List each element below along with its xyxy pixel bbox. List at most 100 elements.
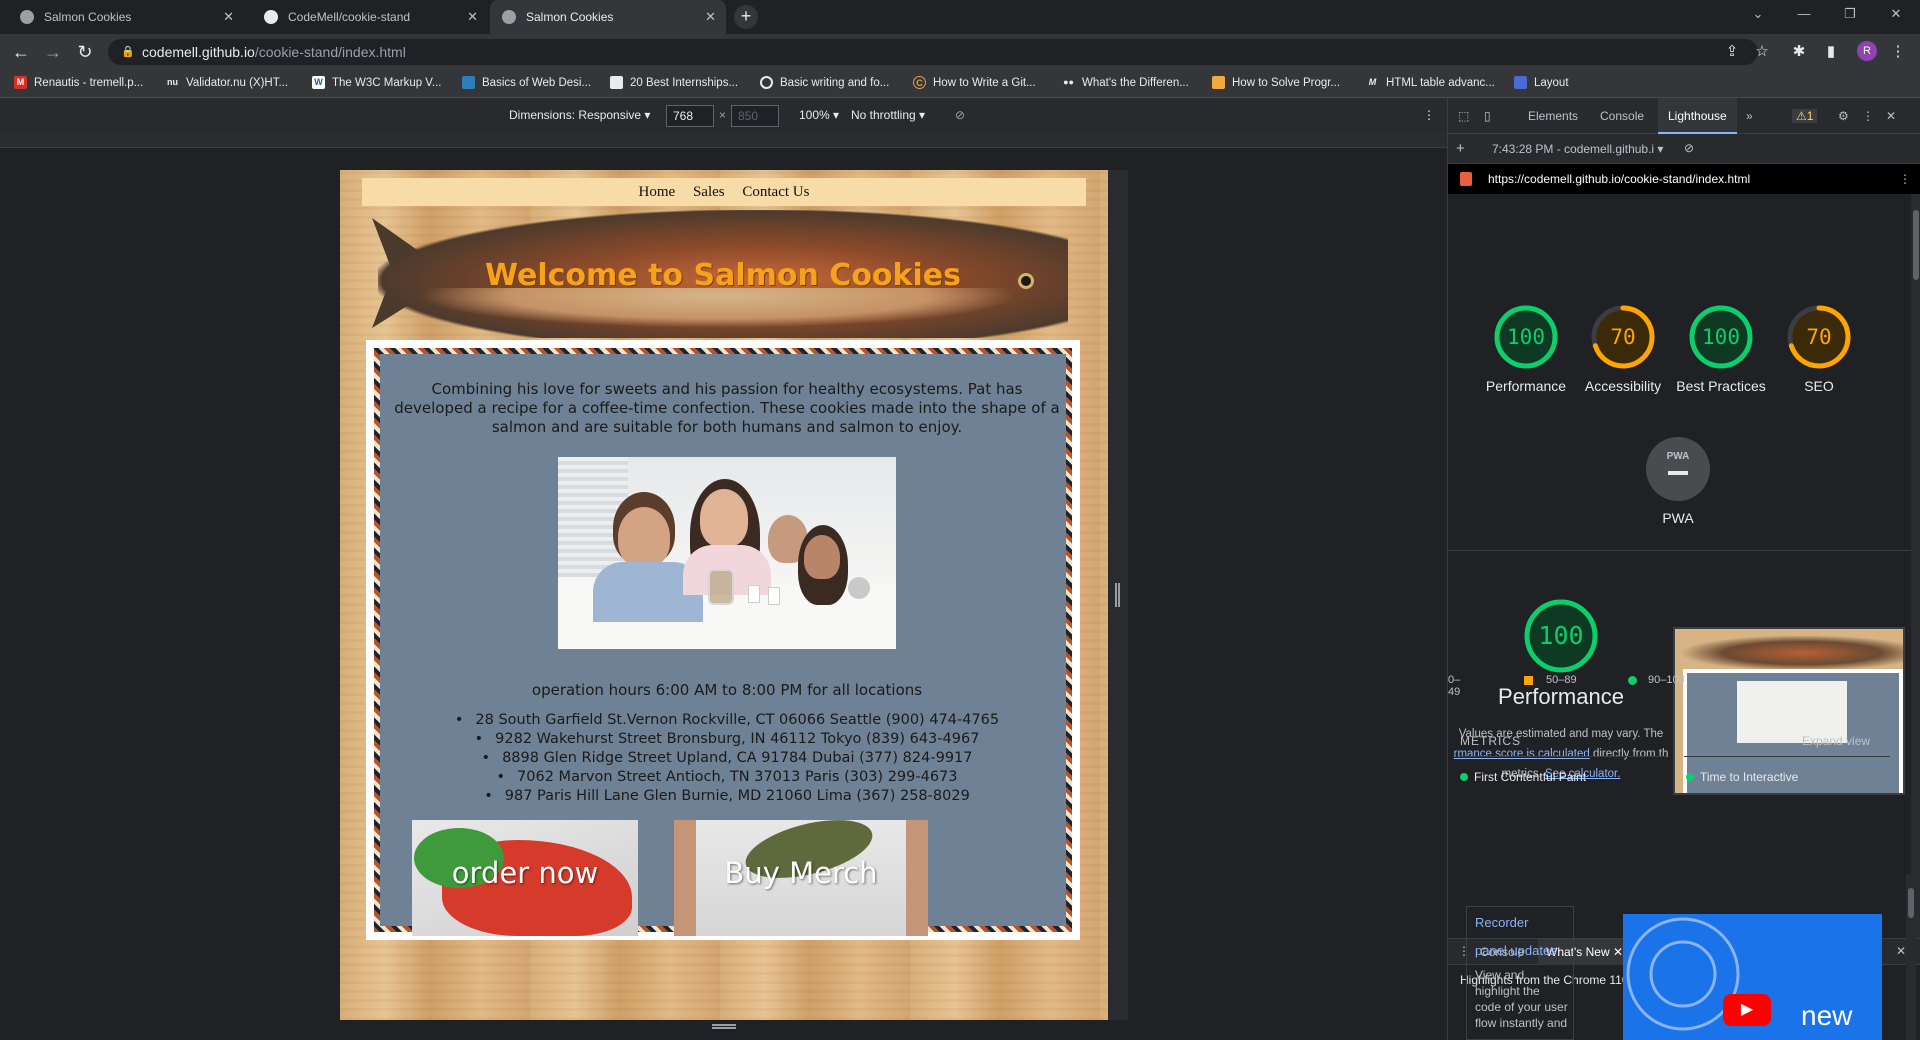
dash-icon — [1668, 471, 1688, 475]
avatar[interactable]: R — [1857, 41, 1877, 61]
score-value: 100 — [1507, 325, 1545, 349]
site-nav: Home Sales Contact Us — [362, 178, 1086, 206]
media-query-ruler[interactable] — [0, 134, 1447, 148]
expand-view-toggle[interactable]: Expand view — [1802, 734, 1870, 748]
whats-new-video[interactable]: ▶ new — [1623, 914, 1882, 1040]
bookmark-item[interactable]: M HTML table advanc... — [1366, 76, 1495, 89]
score-gauge-performance[interactable]: 100 — [1493, 304, 1559, 370]
kebab-menu-icon[interactable]: ⋮ — [1886, 40, 1910, 64]
gmail-icon: M — [14, 76, 27, 89]
viewport-resize-handle[interactable] — [1115, 583, 1120, 607]
back-arrow-icon[interactable]: ← — [9, 40, 33, 64]
kebab-menu-icon[interactable]: ⋮ — [1899, 164, 1911, 194]
clear-icon[interactable]: ⊘ — [1684, 141, 1694, 155]
warning-badge[interactable]: ⚠1 — [1792, 109, 1818, 123]
restore-button[interactable]: ❐ — [1827, 0, 1873, 30]
new-tab-button[interactable]: + — [734, 5, 758, 29]
share-icon[interactable]: ⇪ — [1720, 40, 1744, 64]
recorder-link[interactable]: Recorder — [1475, 915, 1528, 930]
report-selector[interactable]: 7:43:28 PM - codemell.github.i ▾ — [1492, 142, 1663, 156]
bookmark-item[interactable]: Basics of Web Desi... — [462, 76, 591, 89]
lighthouse-icon — [1460, 172, 1472, 186]
close-icon[interactable]: ✕ — [705, 9, 716, 25]
tab-console[interactable]: Console — [1600, 109, 1644, 123]
recorder-description: View and highlight the code of your user… — [1475, 968, 1568, 1030]
browser-tab-salmon-cookies-active[interactable]: Salmon Cookies ✕ — [490, 0, 726, 34]
reload-icon[interactable]: ↻ — [73, 40, 97, 64]
bookmark-item[interactable]: How to Solve Progr... — [1212, 76, 1340, 89]
mother-face-shape — [700, 489, 748, 547]
lighthouse-report: 100 Performance 70 Accessibility 100 Best Pra… — [1448, 194, 1911, 938]
tab-title: Salmon Cookies — [44, 10, 132, 24]
address-bar[interactable]: 🔒 codemell.github.io/cookie-stand/index.… — [108, 39, 1758, 65]
report-scrollbar[interactable] — [1911, 194, 1920, 938]
devtools-panel: ⬚ ▯ Elements Console Lighthouse » ⚠1 ⚙ ⋮… — [1447, 98, 1920, 1040]
order-now-button[interactable]: order now — [412, 820, 638, 936]
bookmark-item[interactable]: ●● What's the Differen... — [1062, 76, 1189, 89]
tab-lighthouse[interactable]: Lighthouse — [1658, 98, 1737, 134]
bookmark-item[interactable]: M Renautis - tremell.p... — [14, 76, 143, 89]
browser-tab-salmon-cookies-1[interactable]: Salmon Cookies ✕ — [8, 0, 244, 34]
side-panel-icon[interactable]: ▮ — [1819, 40, 1843, 64]
kebab-menu-icon[interactable]: ⋮ — [1423, 108, 1435, 122]
orange-square-icon — [1524, 676, 1533, 685]
tab-elements[interactable]: Elements — [1528, 109, 1578, 123]
whats-new-card: Recorder panel updates View and highligh… — [1466, 906, 1574, 1040]
performance-big-gauge: 100 — [1523, 598, 1599, 674]
nav-contact-link[interactable]: Contact Us — [742, 184, 809, 200]
bookmark-item[interactable]: Layout — [1514, 76, 1569, 89]
inspect-icon[interactable]: ⬚ — [1458, 109, 1469, 123]
browser-tab-github[interactable]: CodeMell/cookie-stand ✕ — [252, 0, 488, 34]
gear-icon[interactable]: ⚙ — [1838, 109, 1849, 123]
score-calc-link[interactable]: rmance score is calculated — [1454, 748, 1590, 760]
throttling-select[interactable]: No throttling ▾ — [851, 108, 925, 122]
list-item: 9282 Wakehurst Street Bronsburg, IN 4611… — [390, 730, 1064, 749]
width-input[interactable]: 768 — [666, 105, 714, 127]
nav-sales-link[interactable]: Sales — [693, 184, 725, 200]
bookmark-item[interactable]: nu Validator.nu (X)HT... — [166, 76, 288, 89]
nav-home-link[interactable]: Home — [639, 184, 676, 200]
forward-arrow-icon[interactable]: → — [41, 40, 65, 64]
tab-search-icon[interactable]: ⌄ — [1735, 0, 1781, 30]
drawer-scrollbar[interactable] — [1906, 874, 1916, 1040]
play-icon[interactable]: ▶ — [1723, 994, 1771, 1026]
panel-updates-link[interactable]: panel updates — [1475, 943, 1557, 958]
report-url[interactable]: https://codemell.github.io/cookie-stand/… — [1488, 172, 1750, 186]
close-icon[interactable]: ✕ — [223, 9, 234, 25]
add-report-icon[interactable]: + — [1456, 140, 1465, 157]
pwa-label: PWA — [1662, 510, 1694, 526]
zoom-select[interactable]: 100% ▾ — [799, 108, 839, 122]
legend-average: 50–89 — [1546, 674, 1577, 686]
star-icon[interactable]: ☆ — [1750, 40, 1774, 64]
more-tabs-icon[interactable]: » — [1746, 109, 1753, 123]
height-input[interactable]: 850 — [731, 105, 779, 127]
score-gauge-best-practices[interactable]: 100 — [1688, 304, 1754, 370]
rotate-icon[interactable]: ⊘ — [955, 108, 965, 122]
score-gauge-accessibility[interactable]: 70 — [1590, 304, 1656, 370]
dimensions-select[interactable]: Dimensions: Responsive ▾ — [509, 108, 650, 122]
bookmark-item[interactable]: 20 Best Internships... — [610, 76, 738, 89]
close-icon[interactable]: ✕ — [1886, 109, 1896, 123]
green-circle-icon — [1686, 773, 1694, 781]
bookmark-item[interactable]: C How to Write a Git... — [913, 76, 1036, 89]
bookmark-item[interactable]: Basic writing and fo... — [760, 76, 889, 89]
pwa-badge-icon[interactable]: PWA — [1646, 437, 1710, 501]
kebab-menu-icon[interactable]: ⋮ — [1862, 109, 1874, 123]
extensions-icon[interactable]: ✱ — [1787, 40, 1811, 64]
list-item: 28 South Garfield St.Vernon Rockville, C… — [390, 711, 1064, 730]
minimize-button[interactable]: — — [1781, 0, 1827, 30]
viewport-bottom-resize-handle[interactable] — [712, 1024, 736, 1029]
github-icon — [760, 76, 773, 89]
close-icon[interactable]: ✕ — [1896, 944, 1906, 958]
buy-merch-button[interactable]: Buy Merch — [674, 820, 928, 936]
device-toggle-icon[interactable]: ▯ — [1484, 109, 1491, 123]
close-icon[interactable]: ✕ — [467, 9, 478, 25]
score-gauge-seo[interactable]: 70 — [1786, 304, 1852, 370]
close-window-button[interactable]: ✕ — [1873, 0, 1919, 30]
lock-icon: 🔒 — [121, 46, 135, 58]
site-icon — [610, 76, 623, 89]
bookmark-item[interactable]: W The W3C Markup V... — [312, 76, 442, 89]
thumb-fish-shape — [1679, 635, 1903, 671]
globe-icon — [502, 10, 516, 24]
milk-glass-shape — [768, 587, 780, 605]
